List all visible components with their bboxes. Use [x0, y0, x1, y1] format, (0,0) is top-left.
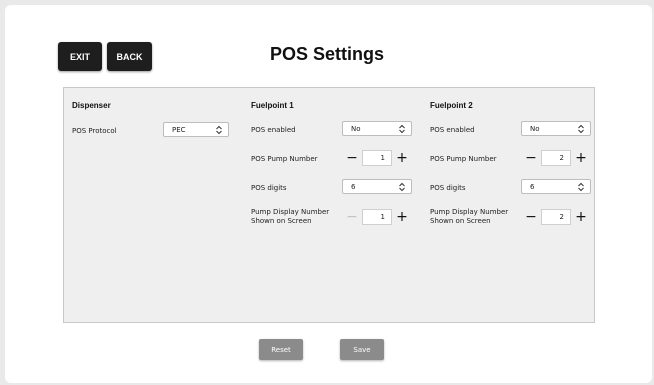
reset-button[interactable]: Reset — [259, 339, 303, 360]
fp2-pump-number-stepper: − 2 + — [521, 148, 591, 168]
fp2-pos-digits-value: 6 — [530, 182, 535, 191]
fp1-display-label-line1: Pump Display Number — [251, 208, 330, 216]
fp2-pos-digits-select[interactable]: 6 — [521, 179, 591, 194]
pos-protocol-label: POS Protocol — [72, 127, 117, 135]
minus-button[interactable]: − — [521, 148, 541, 168]
page-title: POS Settings — [269, 44, 385, 64]
fp1-pump-number-stepper: − 1 + — [342, 148, 412, 168]
pos-protocol-select[interactable]: PEC — [163, 122, 229, 137]
fp2-pos-enabled-label: POS enabled — [430, 126, 475, 134]
fuelpoint1-heading: Fuelpoint 1 — [251, 101, 294, 110]
minus-button[interactable]: − — [342, 148, 362, 168]
fp1-display-number-stepper: − 1 + — [342, 207, 412, 227]
fp2-pos-enabled-value: No — [530, 124, 540, 133]
plus-button[interactable]: + — [571, 148, 591, 168]
fp2-display-number-label: Pump Display Number Shown on Screen — [430, 208, 508, 226]
fuelpoint2-heading: Fuelpoint 2 — [430, 101, 473, 110]
up-down-chevron-icon — [216, 125, 222, 135]
fp1-pos-enabled-value: No — [351, 124, 361, 133]
fp2-pump-number-value[interactable]: 2 — [541, 150, 571, 166]
fp1-display-number-label: Pump Display Number Shown on Screen — [251, 208, 329, 226]
minus-button[interactable]: − — [521, 207, 541, 227]
fp1-display-label-line2: Shown on Screen — [251, 217, 312, 225]
fp2-pos-digits-label: POS digits — [430, 184, 466, 192]
plus-button[interactable]: + — [571, 207, 591, 227]
fp2-display-number-stepper: − 2 + — [521, 207, 591, 227]
fp2-display-number-value[interactable]: 2 — [541, 209, 571, 225]
up-down-chevron-icon — [399, 182, 405, 192]
fp1-pos-enabled-label: POS enabled — [251, 126, 296, 134]
fp1-display-number-value[interactable]: 1 — [362, 209, 392, 225]
up-down-chevron-icon — [578, 182, 584, 192]
fp1-pump-number-label: POS Pump Number — [251, 155, 318, 163]
save-button[interactable]: Save — [340, 339, 384, 360]
pos-protocol-value: PEC — [172, 125, 186, 134]
fp2-display-label-line1: Pump Display Number — [430, 208, 509, 216]
fp1-pos-enabled-select[interactable]: No — [342, 121, 412, 136]
up-down-chevron-icon — [399, 124, 405, 134]
up-down-chevron-icon — [578, 124, 584, 134]
plus-button[interactable]: + — [392, 207, 412, 227]
fp2-display-label-line2: Shown on Screen — [430, 217, 491, 225]
dispenser-heading: Dispenser — [72, 101, 111, 110]
fp1-pos-digits-label: POS digits — [251, 184, 287, 192]
minus-button[interactable]: − — [342, 207, 362, 227]
fp1-pump-number-value[interactable]: 1 — [362, 150, 392, 166]
fp2-pos-enabled-select[interactable]: No — [521, 121, 591, 136]
fp1-pos-digits-select[interactable]: 6 — [342, 179, 412, 194]
settings-panel — [63, 87, 595, 323]
fp1-pos-digits-value: 6 — [351, 182, 356, 191]
fp2-pump-number-label: POS Pump Number — [430, 155, 497, 163]
plus-button[interactable]: + — [392, 148, 412, 168]
